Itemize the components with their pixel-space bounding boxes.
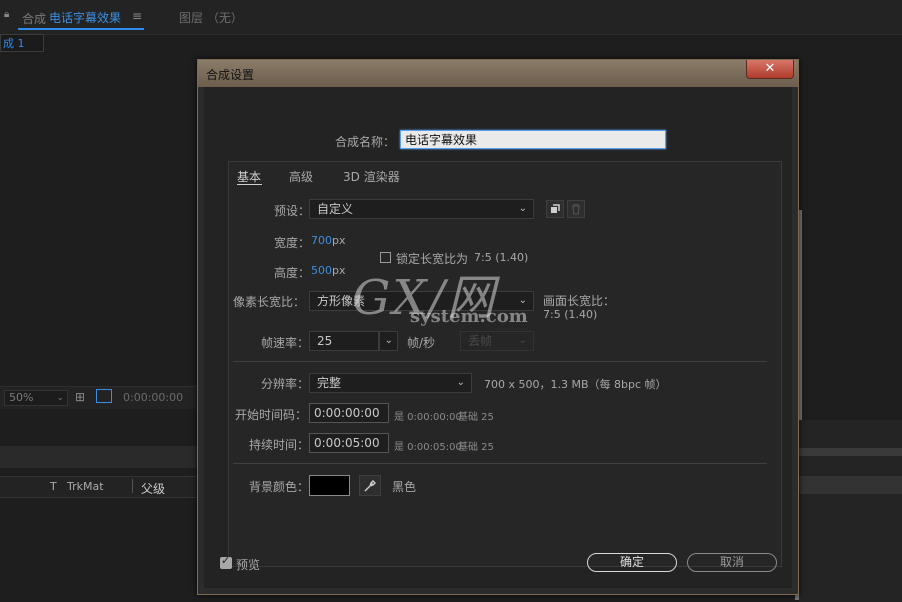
framerate-unit: 帧/秒 — [407, 336, 436, 350]
active-tab-underline — [18, 28, 144, 30]
duration-info: 是 0:00:05:00 — [394, 442, 462, 453]
comp-name-input[interactable]: 电话字幕效果 — [400, 130, 666, 149]
cancel-button-label: 取消 — [719, 555, 744, 569]
width-label: 宽度： — [274, 236, 311, 250]
preset-label: 预设： — [274, 204, 311, 218]
cancel-button[interactable]: 取消 — [687, 553, 777, 572]
trash-icon — [572, 204, 580, 215]
height-value[interactable]: 500 — [311, 264, 332, 277]
framerate-dropdown[interactable]: ⌄ — [379, 331, 398, 351]
start-timecode-info: 是 0:00:00:00 — [394, 412, 462, 423]
resolution-value: 完整 — [317, 376, 342, 390]
timecode-display[interactable]: 0:00:00:00 — [123, 391, 183, 404]
tab-basic[interactable]: 基本 — [237, 168, 261, 185]
viewer-footer: 50% ⌄ ⊞ 0:00:00:00 — [0, 386, 200, 409]
dialog-title-bar[interactable]: 合成设置 ✕ — [198, 60, 798, 87]
eyedropper-icon — [364, 480, 376, 492]
height-label: 高度： — [274, 266, 311, 280]
separator — [233, 361, 767, 362]
framerate-value: 25 — [317, 334, 333, 348]
height-unit: px — [332, 264, 346, 277]
watermark-domain: system.com — [410, 306, 528, 327]
width-unit: px — [332, 234, 346, 247]
bg-color-name: 黑色 — [392, 480, 417, 494]
column-t: T — [50, 480, 57, 493]
resolution-label: 分辨率： — [261, 377, 310, 391]
zoom-value: 50% — [9, 391, 34, 404]
bg-color-label: 背景颜色： — [249, 480, 310, 494]
lock-icon[interactable]: 🔒︎ — [4, 9, 9, 20]
column-divider — [132, 479, 133, 493]
framerate-field[interactable]: 25 — [309, 331, 379, 351]
preview-label: 预览 — [236, 558, 261, 572]
column-trkmat: TrkMat — [67, 480, 104, 493]
column-parent: 父级 — [141, 482, 166, 496]
duration-label: 持续时间： — [249, 438, 310, 452]
duration-base: 基础 25 — [458, 442, 494, 453]
chevron-down-icon: ⌄ — [518, 203, 527, 214]
right-timeline-area — [799, 420, 902, 602]
comp-name-label: 合成名称： — [335, 135, 396, 149]
start-timecode-label: 开始时间码： — [235, 408, 308, 422]
separator — [233, 463, 767, 464]
checkmark-icon: ✓ — [221, 554, 231, 567]
preset-value: 自定义 — [317, 202, 354, 216]
eyedropper-button[interactable] — [359, 475, 381, 496]
resolution-dropdown[interactable]: 完整 ⌄ — [309, 373, 472, 393]
settings-panel: 基本 高级 3D 渲染器 预设： 自定义 ⌄ 宽度： 700 px 高度： 50… — [228, 161, 782, 567]
tab-advanced[interactable]: 高级 — [289, 168, 313, 185]
chevron-down-icon: ⌄ — [518, 335, 527, 346]
preview-checkbox[interactable]: ✓ — [220, 554, 232, 569]
start-timecode-input[interactable]: 0:00:00:00 — [309, 403, 389, 423]
width-value[interactable]: 700 — [311, 234, 332, 247]
save-preset-button[interactable] — [546, 200, 564, 218]
delete-preset-button[interactable] — [567, 200, 585, 218]
chevron-down-icon: ⌄ — [56, 393, 64, 403]
composition-settings-dialog: 合成设置 ✕ 合成名称： 电话字幕效果 基本 高级 3D 渲染器 预设： 自定义… — [197, 59, 799, 595]
panel-tab-layer[interactable]: 图层 （无） — [179, 9, 243, 26]
panel-tab-comp-name[interactable]: 电话字幕效果 — [49, 9, 121, 26]
chevron-down-icon: ⌄ — [456, 377, 465, 388]
close-icon: ✕ — [764, 61, 776, 76]
tab-3d-renderer[interactable]: 3D 渲染器 — [343, 168, 400, 185]
preset-dropdown[interactable]: 自定义 ⌄ — [309, 199, 534, 219]
start-timecode-base: 基础 25 — [458, 412, 494, 423]
panel-menu-icon[interactable]: ≡ — [132, 9, 142, 23]
dialog-title: 合成设置 — [206, 68, 255, 82]
tab-basic-underline — [237, 184, 262, 185]
drop-frame-dropdown: 丢帧 ⌄ — [460, 331, 534, 351]
duration-input[interactable]: 0:00:05:00 — [309, 433, 389, 453]
panel-tab-comp-prefix: 合成 — [22, 12, 47, 26]
frame-aspect-label: 画面长宽比： — [543, 294, 616, 308]
zoom-dropdown[interactable]: 50% ⌄ — [4, 390, 68, 406]
resolution-info: 700 x 500，1.3 MB（每 8bpc 帧） — [484, 378, 667, 391]
ok-button[interactable]: 确定 — [587, 553, 677, 572]
mask-icon[interactable] — [96, 389, 112, 403]
framerate-label: 帧速率： — [261, 336, 310, 350]
drop-frame-value: 丢帧 — [468, 334, 493, 348]
pixel-aspect-label: 像素长宽比： — [233, 295, 306, 309]
frame-aspect-value: 7:5 (1.40) — [543, 308, 598, 321]
timeline-columns: T TrkMat 父级 — [0, 476, 200, 498]
chevron-down-icon: ⌄ — [384, 335, 393, 346]
bg-color-swatch[interactable] — [309, 475, 350, 496]
save-preset-icon — [551, 204, 560, 213]
close-button[interactable]: ✕ — [746, 60, 794, 79]
ok-button-label: 确定 — [619, 555, 644, 569]
comp-subtab[interactable]: 成 1 — [0, 34, 44, 52]
timeline-header — [0, 446, 200, 468]
dialog-body: 合成名称： 电话字幕效果 基本 高级 3D 渲染器 预设： 自定义 ⌄ 宽度： … — [204, 87, 792, 588]
grid-icon[interactable]: ⊞ — [75, 390, 85, 404]
